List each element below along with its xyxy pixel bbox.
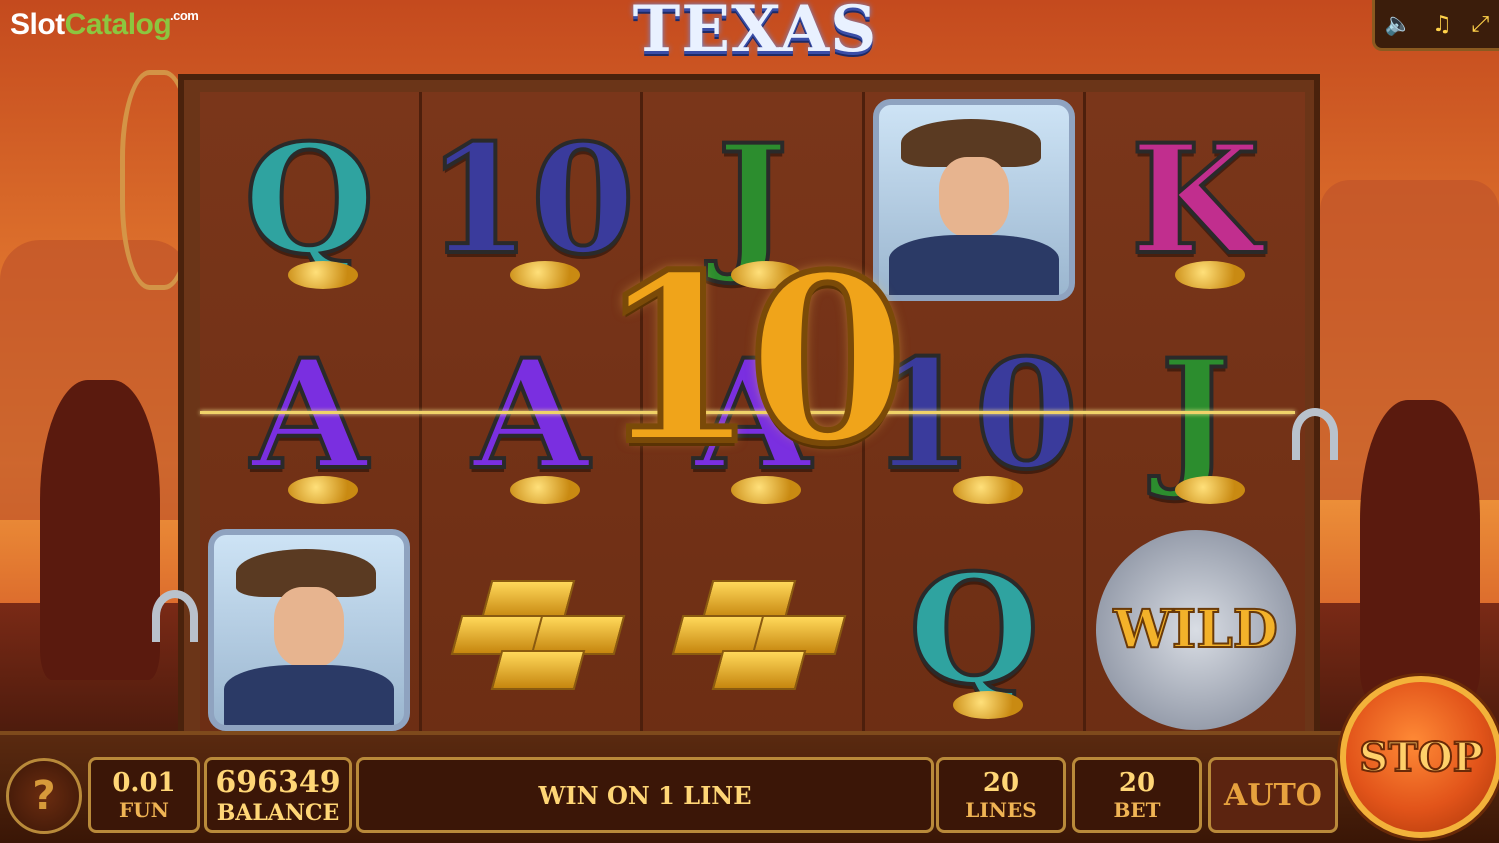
coins-icon — [1174, 476, 1245, 504]
coin-label: FUN — [119, 798, 169, 822]
sheriff-symbol — [208, 528, 411, 731]
reel-cell: Q — [865, 522, 1084, 737]
symbol-a: A — [249, 326, 369, 503]
coins-icon — [509, 261, 580, 289]
bet-label: BET — [1113, 798, 1161, 822]
reel-cell: WILD — [1086, 522, 1305, 737]
reel-cell: J — [1086, 307, 1305, 522]
lines-value: 20 — [982, 768, 1020, 798]
cowboy-silhouette-right — [1360, 400, 1480, 700]
auto-button[interactable]: AUTO — [1208, 757, 1338, 833]
fullscreen-icon[interactable]: ⤢ — [1472, 12, 1490, 37]
speaker-icon[interactable]: 🔈 — [1385, 12, 1412, 37]
coins-icon — [288, 476, 359, 504]
symbol-q: Q — [242, 111, 377, 288]
watermark-catalog: Catalog — [64, 8, 172, 41]
coins-icon — [953, 476, 1024, 504]
win-message: WIN ON 1 LINE — [356, 757, 934, 833]
bet-value: 20 — [1118, 768, 1156, 798]
win-symbol-display: 10 — [594, 225, 910, 495]
reel-cell — [422, 522, 641, 737]
music-note-icon[interactable]: ♫ — [1432, 12, 1452, 37]
stop-button[interactable]: STOP — [1340, 676, 1499, 838]
symbol-a: A — [471, 326, 591, 503]
reel-5: K J WILD — [1086, 92, 1305, 737]
reel-cell: K — [1086, 92, 1305, 307]
game-title: TEXAS WILDNESS — [551, 0, 959, 142]
reel-cell — [200, 522, 419, 737]
coins-icon — [953, 691, 1024, 719]
reel-cell: Q — [200, 92, 419, 307]
balance-panel: 696349 BALANCE — [204, 757, 352, 833]
coins-icon — [509, 476, 580, 504]
reel-cell — [643, 522, 862, 737]
coins-icon — [288, 261, 359, 289]
horseshoe-icon — [152, 590, 198, 642]
stop-label: STOP — [1358, 733, 1484, 782]
balance-label: BALANCE — [216, 799, 340, 826]
wild-text: WILD — [1112, 598, 1278, 661]
symbol-k: K — [1128, 111, 1262, 288]
coin-value-panel[interactable]: 0.01 FUN — [88, 757, 200, 833]
lines-panel[interactable]: 20 LINES — [936, 757, 1066, 833]
cowboy-silhouette-left — [40, 380, 160, 680]
coins-icon — [1174, 261, 1245, 289]
bet-panel[interactable]: 20 BET — [1072, 757, 1202, 833]
wild-symbol: WILD — [1095, 529, 1296, 730]
gold-bars-symbol — [436, 570, 626, 690]
coin-value: 0.01 — [112, 768, 176, 798]
symbol-j: J — [1158, 326, 1233, 503]
reel-1: QA — [200, 92, 422, 737]
horseshoe-icon — [1292, 408, 1338, 460]
lines-label: LINES — [965, 798, 1037, 822]
watermark-logo: SlotCatalog .com — [10, 8, 199, 42]
watermark-com: .com — [170, 8, 199, 23]
gold-bars-symbol — [657, 570, 847, 690]
reel-cell: A — [200, 307, 419, 522]
help-button[interactable]: ? — [6, 758, 82, 834]
watermark-slot: Slot — [10, 8, 65, 41]
system-panel: 🔈 ♫ ⤢ — [1372, 0, 1499, 51]
balance-value: 696349 — [215, 764, 341, 800]
symbol-q: Q — [907, 541, 1042, 718]
